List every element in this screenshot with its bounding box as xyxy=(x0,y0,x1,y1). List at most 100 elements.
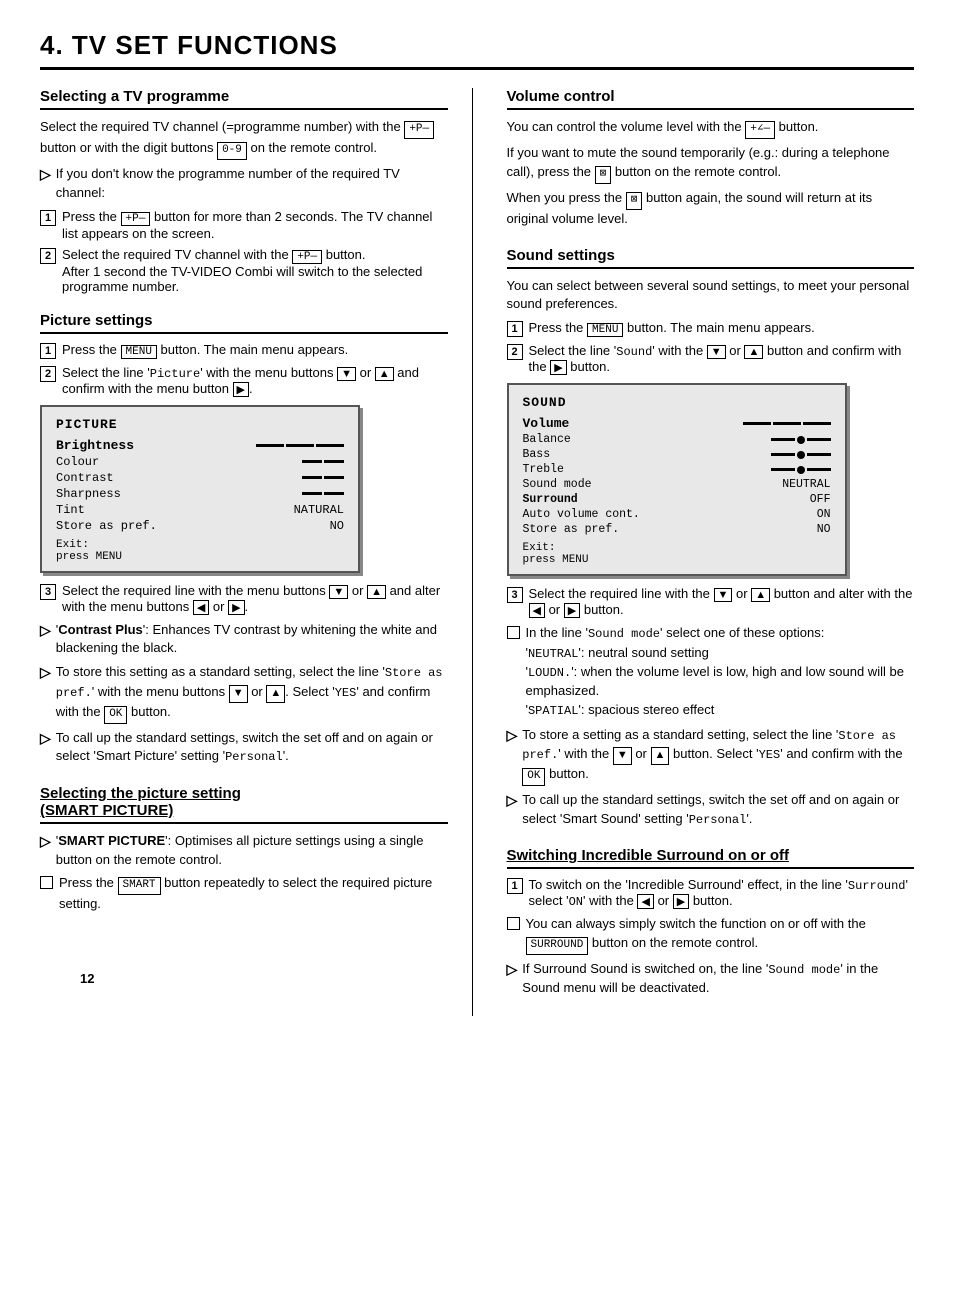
checkbox-sq-sound xyxy=(507,626,520,639)
sound-step-num-2: 2 xyxy=(507,344,523,360)
btn-left-surr: ◀ xyxy=(637,894,653,909)
checkbox-sq-surround xyxy=(507,917,520,930)
btn-menu-sound: MENU xyxy=(587,323,623,337)
pic-label-store: Store as pref. xyxy=(56,519,157,533)
section-surround: Switching Incredible Surround on or off … xyxy=(507,847,915,998)
pic-note-recall: ▷ To call up the standard settings, swit… xyxy=(40,729,448,767)
surround-steps: 1 To switch on the 'Incredible Surround'… xyxy=(507,877,915,909)
pic-label-sharpness: Sharpness xyxy=(56,487,121,501)
btn-ok-snd: OK xyxy=(522,768,545,786)
step-2: 2 Select the required TV channel with th… xyxy=(40,247,448,294)
section-picture-settings: Picture settings 1 Press the MENU button… xyxy=(40,312,448,767)
neutral-mono: NEUTRAL xyxy=(528,647,578,661)
pic-row-store: Store as pref. NO xyxy=(56,519,344,533)
loudn-mono: LOUDN. xyxy=(528,666,571,680)
page-title: 4. TV SET FUNCTIONS xyxy=(40,30,914,70)
page-number: 12 xyxy=(80,971,94,986)
section-volume: Volume control You can control the volum… xyxy=(507,88,915,229)
btn-pp-2: +P— xyxy=(292,250,322,264)
section-volume-title: Volume control xyxy=(507,88,915,110)
btn-up-pic3: ▲ xyxy=(367,585,386,599)
snd-label-balance: Balance xyxy=(523,433,571,446)
pic-label-contrast: Contrast xyxy=(56,471,114,485)
on-mono: ON xyxy=(569,895,583,909)
snd-row-autovol: Auto volume cont. ON xyxy=(523,508,831,521)
snd-label-soundmode: Sound mode xyxy=(523,478,592,491)
btn-smart: SMART xyxy=(118,877,161,895)
picture-step-2: 2 Select the line 'Picture' with the men… xyxy=(40,365,448,397)
btn-mute-r2: ⊠ xyxy=(626,192,643,210)
tv-programme-steps: 1 Press the +P— button for more than 2 s… xyxy=(40,209,448,294)
surround-checkbox: You can always simply switch the functio… xyxy=(507,915,915,955)
btn-up-pic: ▲ xyxy=(375,367,394,381)
arrow-icon-snd2: ▷ xyxy=(507,792,518,809)
btn-vol: +∠— xyxy=(745,121,775,139)
arrow-icon-1: ▷ xyxy=(40,166,51,183)
btn-up-store: ▲ xyxy=(266,685,285,703)
sound-mode-mono2: Sound mode xyxy=(768,963,840,977)
pic-row-tint: Tint NATURAL xyxy=(56,503,344,517)
snd-value-soundmode: NEUTRAL xyxy=(782,478,830,491)
checkbox-sq-smart xyxy=(40,876,53,889)
volume-para3: When you press the ⊠ button again, the s… xyxy=(507,189,915,229)
snd-value-store: NO xyxy=(817,523,831,536)
pic-bars-contrast xyxy=(302,476,344,479)
section-surround-title: Switching Incredible Surround on or off xyxy=(507,847,915,869)
arrow-icon-3: ▷ xyxy=(40,664,51,681)
picture-menu-title: PICTURE xyxy=(56,417,344,432)
btn-down-snd3: ▼ xyxy=(714,588,733,602)
sound-menu-title: SOUND xyxy=(523,395,831,410)
sound-step-1: 1 Press the MENU button. The main menu a… xyxy=(507,320,915,337)
btn-down-store: ▼ xyxy=(229,685,248,703)
section-tv-programme: Selecting a TV programme Select the requ… xyxy=(40,88,448,294)
btn-up-snd3: ▲ xyxy=(751,588,770,602)
smart-checkbox: Press the SMART button repeatedly to sel… xyxy=(40,874,448,914)
snd-personal-mono: Personal xyxy=(689,813,747,827)
picture-step3-list: 3 Select the required line with the menu… xyxy=(40,583,448,615)
arrow-icon-4: ▷ xyxy=(40,730,51,747)
volume-para2: If you want to mute the sound temporaril… xyxy=(507,144,915,184)
snd-note-store: ▷ To store a setting as a standard setti… xyxy=(507,726,915,786)
sound-step-2: 2 Select the line 'Sound' with the ▼ or … xyxy=(507,343,915,375)
btn-right-sound2: ▶ xyxy=(550,360,566,375)
picture-steps: 1 Press the MENU button. The main menu a… xyxy=(40,342,448,397)
snd-bars-treble xyxy=(771,466,831,474)
sound-mono-label: Sound xyxy=(616,345,652,359)
btn-surround: SURROUND xyxy=(526,937,589,955)
smart-note1: ▷ 'SMART PICTURE': Optimises all picture… xyxy=(40,832,448,870)
arrow-icon-5: ▷ xyxy=(40,833,51,850)
surround-mono: Surround xyxy=(848,879,906,893)
snd-note-recall: ▷ To call up the standard settings, swit… xyxy=(507,791,915,829)
snd-row-bass: Bass xyxy=(523,448,831,461)
snd-label-surround: Surround xyxy=(523,493,578,506)
btn-up-snd-store: ▲ xyxy=(651,747,670,765)
btn-menu-1: MENU xyxy=(121,345,157,359)
spatial-mono: SPATIAL xyxy=(528,704,578,718)
sound-step-3: 3 Select the required line with the ▼ or… xyxy=(507,586,915,618)
picture-step-num-2: 2 xyxy=(40,366,56,382)
btn-ok-pic: OK xyxy=(104,706,127,724)
pic-yes-mono: YES xyxy=(335,686,357,700)
btn-right-snd3: ▶ xyxy=(564,603,580,618)
snd-label-volume: Volume xyxy=(523,416,570,431)
snd-label-treble: Treble xyxy=(523,463,564,476)
snd-bars-bass xyxy=(771,451,831,459)
sound-intro: You can select between several sound set… xyxy=(507,277,915,315)
pic-label-colour: Colour xyxy=(56,455,99,469)
arrow-icon-snd1: ▷ xyxy=(507,727,518,744)
btn-mute-r: ⊠ xyxy=(595,166,612,184)
surround-note: ▷ If Surround Sound is switched on, the … xyxy=(507,960,915,998)
pic-bars-sharpness xyxy=(302,492,344,495)
volume-para1: You can control the volume level with th… xyxy=(507,118,915,139)
snd-store-mono: Store as pref. xyxy=(522,729,896,762)
btn-pp-inline: +P— xyxy=(404,121,434,139)
pic-row-contrast: Contrast xyxy=(56,471,344,485)
snd-row-balance: Balance xyxy=(523,433,831,446)
btn-right-surr: ▶ xyxy=(673,894,689,909)
pic-bars-colour xyxy=(302,460,344,463)
pic-label-tint: Tint xyxy=(56,503,85,517)
pic-exit: Exit:press MENU xyxy=(56,539,344,563)
picture-step-3: 3 Select the required line with the menu… xyxy=(40,583,448,615)
btn-right-pic3: ▶ xyxy=(228,600,244,615)
tv-programme-intro: Select the required TV channel (=program… xyxy=(40,118,448,160)
